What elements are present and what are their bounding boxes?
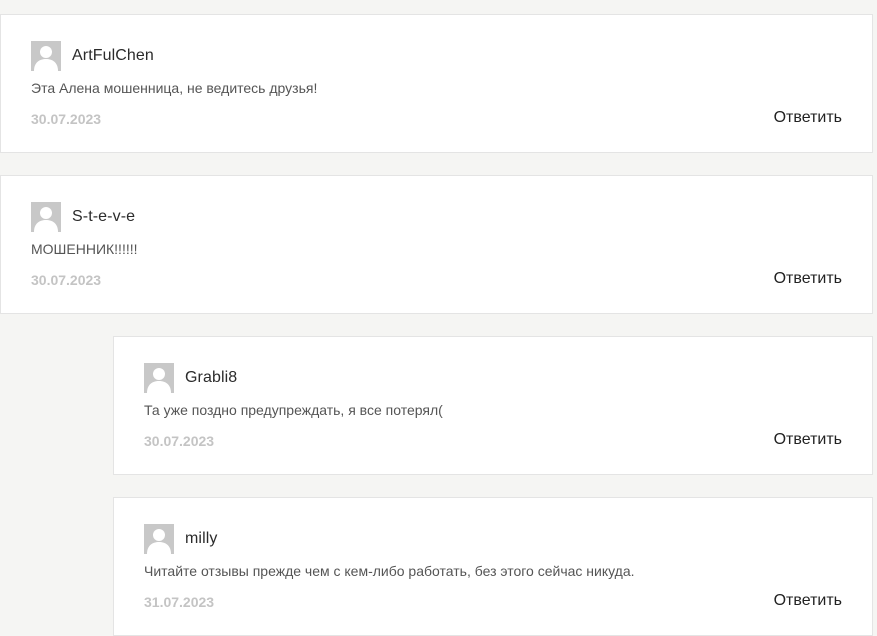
avatar	[144, 524, 174, 554]
comment-date: 30.07.2023	[31, 272, 102, 288]
comment-author: S-t-e-v-e	[72, 208, 136, 225]
user-placeholder-icon	[31, 202, 61, 232]
comment-author: ArtFulChen	[72, 47, 154, 64]
comment-item: ArtFulChen Эта Алена мошенница, не ведит…	[0, 14, 873, 153]
comment-author: Grabli8	[185, 369, 238, 386]
comment-date: 30.07.2023	[31, 111, 102, 127]
comment-text: МОШЕННИК!!!!!!	[31, 241, 138, 257]
comment-date: 31.07.2023	[144, 594, 215, 610]
comment-header: Grabli8	[144, 363, 237, 393]
comment-header: S-t-e-v-e	[31, 202, 135, 232]
reply-button[interactable]: Ответить	[774, 592, 842, 610]
comment-reply-item: Grabli8 Та уже поздно предупреждать, я в…	[113, 336, 873, 475]
avatar	[144, 363, 174, 393]
comment-text: Та уже поздно предупреждать, я все потер…	[144, 402, 443, 418]
comment-item: S-t-e-v-e МОШЕННИК!!!!!! 30.07.2023 Отве…	[0, 175, 873, 314]
avatar	[31, 41, 61, 71]
user-placeholder-icon	[144, 524, 174, 554]
avatar	[31, 202, 61, 232]
user-placeholder-icon	[31, 41, 61, 71]
reply-button[interactable]: Ответить	[774, 109, 842, 127]
reply-button[interactable]: Ответить	[774, 431, 842, 449]
comment-date: 30.07.2023	[144, 433, 215, 449]
comment-text: Читайте отзывы прежде чем с кем-либо раб…	[144, 563, 635, 579]
comment-author: milly	[185, 530, 218, 547]
comment-text: Эта Алена мошенница, не ведитесь друзья!	[31, 80, 318, 96]
comment-reply-item: milly Читайте отзывы прежде чем с кем-ли…	[113, 497, 873, 636]
reply-button[interactable]: Ответить	[774, 270, 842, 288]
user-placeholder-icon	[144, 363, 174, 393]
comment-header: milly	[144, 524, 218, 554]
comment-header: ArtFulChen	[31, 41, 154, 71]
